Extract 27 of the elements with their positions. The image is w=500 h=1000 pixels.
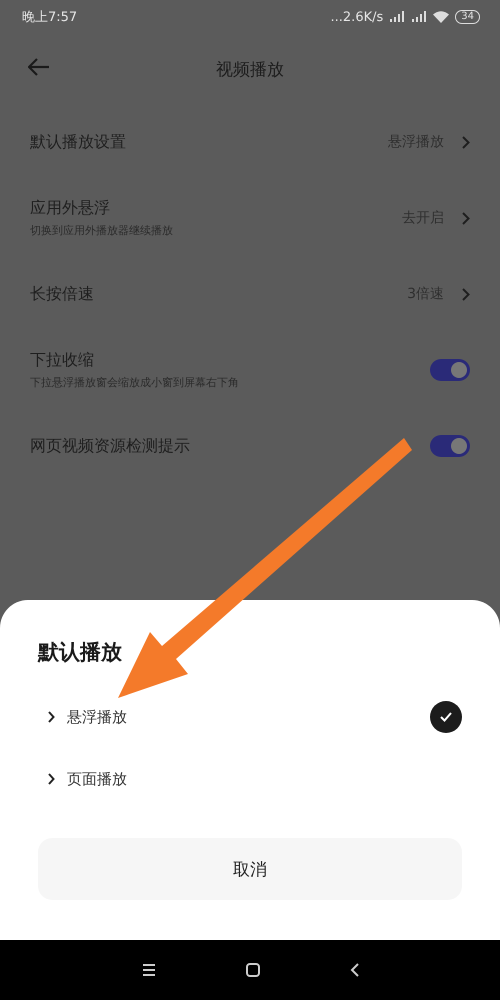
network-speed: ...2.6K/s: [330, 10, 384, 24]
wifi-icon: [433, 11, 450, 23]
signal-icon: [411, 11, 428, 23]
option-label[interactable]: 悬浮播放: [67, 708, 418, 726]
option-label[interactable]: 页面播放: [67, 770, 418, 788]
sheet-title: 默认播放: [38, 639, 123, 666]
menu-icon[interactable]: [142, 964, 156, 976]
setting-label: 网页视频资源检测提示: [30, 436, 191, 456]
status-time: 晚上7:57: [22, 9, 78, 26]
home-icon[interactable]: [246, 963, 260, 977]
chevron-icon: [48, 773, 55, 785]
page-title: 视频播放: [216, 58, 284, 80]
cancel-button[interactable]: 取消: [38, 838, 462, 900]
back-arrow-icon[interactable]: [28, 58, 50, 76]
chevron-icon: [462, 288, 470, 300]
setting-label: 下拉收缩: [30, 350, 95, 371]
toggle-switch[interactable]: [430, 435, 470, 457]
setting-label: 应用外悬浮: [30, 198, 111, 219]
chevron-icon: [48, 711, 55, 723]
signal-icon: [389, 11, 406, 23]
setting-label: 长按倍速: [30, 284, 95, 304]
back-icon[interactable]: [350, 963, 358, 977]
toggle-switch[interactable]: [430, 359, 470, 381]
chevron-icon: [462, 136, 470, 148]
battery-level: 34: [455, 10, 480, 24]
chevron-icon: [462, 212, 470, 224]
setting-label: 默认播放设置: [30, 132, 127, 152]
